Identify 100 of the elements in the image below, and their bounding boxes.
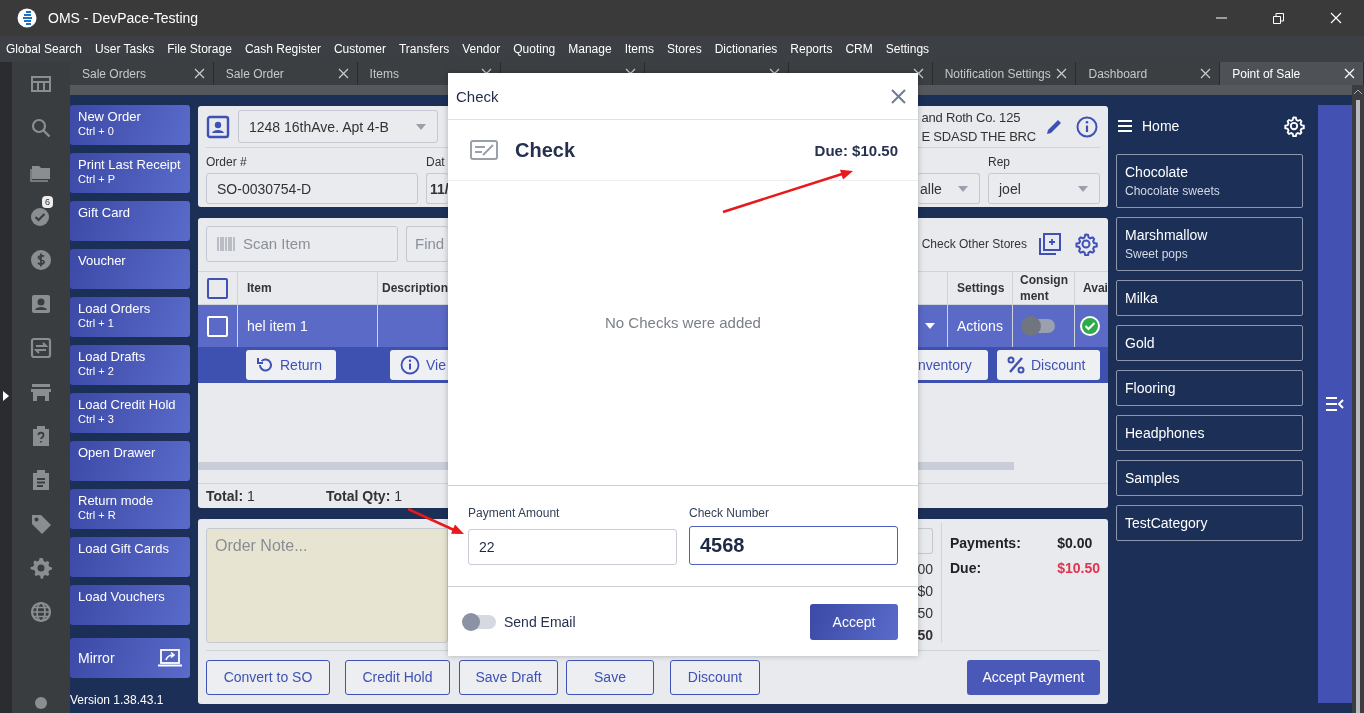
app-logo-icon (17, 8, 37, 28)
contact-card-icon[interactable] (206, 114, 230, 139)
action-button[interactable]: Load Credit Hold Ctrl + 3 (70, 393, 190, 433)
action-button[interactable]: Gift Card (70, 201, 190, 241)
action-button[interactable]: Save (566, 659, 654, 695)
accept-button[interactable]: Accept (810, 603, 898, 640)
menu-item[interactable]: Customer (333, 42, 386, 56)
due-value: $10.50 (1057, 560, 1100, 576)
menu-item[interactable]: Quoting (513, 42, 556, 56)
check-circle-icon[interactable] (30, 205, 52, 227)
action-button[interactable]: Load Gift Cards (70, 537, 190, 577)
return-button[interactable]: Return (246, 350, 336, 380)
action-button[interactable]: Load Drafts Ctrl + 2 (70, 345, 190, 385)
menu-item[interactable]: Reports (790, 42, 833, 56)
order-number-field[interactable]: SO-0030754-D (206, 173, 418, 204)
inventory-button[interactable]: nventory (918, 350, 988, 380)
menu-item[interactable]: Vendor (462, 42, 501, 56)
mirror-button[interactable]: Mirror (70, 638, 190, 678)
menu-item[interactable]: Cash Register (244, 42, 321, 56)
close-icon[interactable] (193, 68, 205, 79)
action-button[interactable]: Credit Hold (345, 659, 450, 695)
menu-icon[interactable] (1118, 119, 1132, 132)
menu-item[interactable]: CRM (845, 42, 873, 56)
tab[interactable]: Point of Sale (1220, 62, 1364, 85)
search-icon[interactable] (30, 117, 52, 139)
clipboard-question-icon[interactable] (30, 425, 52, 447)
dollar-icon[interactable] (30, 249, 52, 271)
close-icon[interactable] (337, 68, 349, 79)
category-tile[interactable]: Marshmallow Sweet pops (1116, 217, 1303, 271)
rep-select[interactable]: joel (988, 173, 1100, 204)
expand-arrow-icon[interactable] (3, 390, 9, 401)
consignment-toggle[interactable] (1023, 319, 1055, 333)
action-button[interactable]: Return mode Ctrl + R (70, 489, 190, 529)
action-button[interactable]: Convert to SO (206, 659, 330, 695)
accept-payment-button[interactable]: Accept Payment (967, 659, 1100, 695)
restore-icon (1273, 12, 1284, 24)
settings-icon[interactable] (1074, 231, 1098, 256)
due-label: Due: (950, 560, 983, 576)
action-button[interactable]: Discount (670, 659, 760, 695)
category-tile[interactable]: Samples (1116, 460, 1303, 496)
date-field[interactable]: 11/ (426, 173, 448, 204)
menu-item[interactable]: User Tasks (95, 42, 155, 56)
add-box-icon[interactable] (1039, 232, 1061, 255)
close-icon[interactable] (1056, 68, 1068, 79)
payments-value: $0.00 (1057, 535, 1094, 551)
action-button[interactable]: Print Last Receipt Ctrl + P (70, 153, 190, 193)
input-field[interactable]: 22 (468, 529, 677, 565)
category-tile[interactable]: Chocolate Chocolate sweets (1116, 154, 1303, 208)
globe-icon[interactable] (30, 601, 52, 623)
window-title: OMS - DevPace-Testing (48, 10, 199, 26)
action-button[interactable]: Open Drawer (70, 441, 190, 481)
category-tile[interactable]: Gold (1116, 325, 1303, 361)
address-select[interactable]: 1248 16thAve. Apt 4-B (238, 110, 438, 143)
field-label: Check Number (689, 506, 771, 522)
menu-item[interactable]: Global Search (6, 42, 83, 56)
action-button[interactable]: New Order Ctrl + 0 (70, 105, 190, 145)
discount-button[interactable]: Discount (997, 350, 1100, 380)
action-button[interactable]: Save Draft (459, 659, 558, 695)
contact-card-icon[interactable] (30, 293, 52, 315)
row-checkbox[interactable] (207, 315, 228, 337)
send-email-toggle[interactable] (464, 614, 496, 629)
payments-label: Payments: (950, 535, 1022, 551)
minimize-icon (1216, 17, 1227, 19)
total-text: Total: 1 (206, 487, 256, 504)
action-button[interactable]: Load Orders Ctrl + 1 (70, 297, 190, 337)
table-icon[interactable] (30, 73, 52, 95)
clipboard-list-icon[interactable] (30, 469, 52, 491)
field-label: Payment Amount (468, 506, 561, 522)
category-tile[interactable]: Headphones (1116, 415, 1303, 451)
close-icon[interactable] (1200, 68, 1212, 79)
collapse-menu-icon (1326, 397, 1344, 411)
info-icon[interactable] (1076, 115, 1098, 138)
menu-item[interactable]: Transfers (398, 42, 450, 56)
barcode-icon (217, 236, 235, 251)
menu-item[interactable]: Settings (885, 42, 930, 56)
action-button[interactable]: Load Vouchers (70, 585, 190, 625)
menu-item[interactable]: Stores (666, 42, 702, 56)
column-header: Consignment (1020, 272, 1069, 304)
store-icon[interactable] (30, 381, 52, 403)
select-field[interactable]: alle (918, 173, 980, 204)
transfer-icon[interactable] (30, 337, 52, 359)
input-field[interactable]: 4568 (689, 526, 898, 565)
info-icon (400, 355, 420, 375)
select-all-checkbox[interactable] (207, 277, 228, 299)
menu-item[interactable]: Dictionaries (714, 42, 778, 56)
column-header: Settings (947, 272, 1012, 304)
category-tile[interactable]: Flooring (1116, 370, 1303, 406)
action-button[interactable]: Voucher (70, 249, 190, 289)
menu-item[interactable]: Manage (568, 42, 612, 56)
category-tile[interactable]: TestCategory (1116, 505, 1303, 541)
tag-icon[interactable] (30, 513, 52, 535)
vertical-scrollbar[interactable] (1352, 85, 1364, 713)
menu-item[interactable]: Items (624, 42, 654, 56)
view-button[interactable]: Vie (390, 350, 450, 380)
column-header: Avai (1074, 272, 1108, 304)
scroll-up-icon (1354, 89, 1362, 94)
check-other-stores-link[interactable]: Check Other Stores (921, 236, 1027, 251)
category-tile[interactable]: Milka (1116, 280, 1303, 316)
version-text: Version 1.38.43.1 (70, 693, 165, 707)
menu-item[interactable]: File Storage (167, 42, 232, 56)
